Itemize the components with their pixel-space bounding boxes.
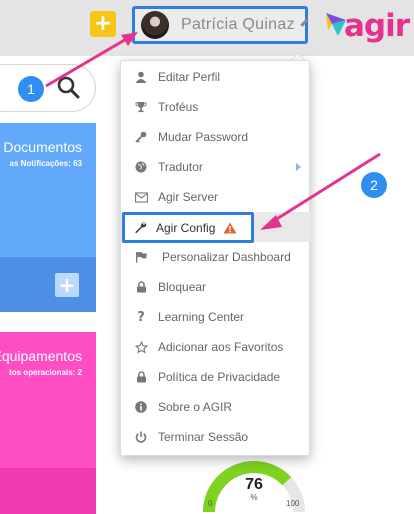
add-document-button[interactable]: + [55, 273, 79, 297]
menu-item-label: Personalizar Dashboard [162, 250, 291, 264]
gauge-max: 100 [286, 499, 300, 508]
question-icon: ? [137, 309, 145, 325]
menu-item-privacy-policy[interactable]: Política de Privacidade [121, 362, 311, 392]
envelope-icon [134, 190, 148, 204]
menu-item-logout[interactable]: Terminar Sessão [121, 422, 311, 452]
lock-icon [134, 280, 148, 294]
power-icon [134, 430, 148, 444]
menu-item-label: Terminar Sessão [158, 430, 249, 444]
menu-item-label: Política de Privacidade [158, 370, 281, 384]
logo-text: agir [344, 8, 410, 44]
star-icon [134, 340, 148, 354]
menu-item-label: Bloquear [158, 280, 207, 294]
search-input[interactable] [0, 64, 96, 112]
card-title: Documentos [3, 139, 82, 155]
menu-item-label: Editar Perfil [158, 70, 221, 84]
info-icon [134, 400, 148, 414]
menu-item-label: Adicionar aos Favoritos [158, 340, 284, 354]
menu-item-about[interactable]: Sobre o AGIR [121, 392, 311, 422]
user-dropdown-menu: Editar Perfil Troféus Mudar Password Tra… [120, 60, 311, 456]
menu-item-learning-center[interactable]: ? Learning Center [121, 302, 311, 332]
gauge-min: 0 [208, 499, 213, 508]
menu-item-translator[interactable]: Tradutor [121, 152, 311, 182]
chevron-down-icon [300, 17, 309, 27]
globe-icon [134, 160, 148, 174]
menu-item-agir-server[interactable]: Agir Server [121, 182, 311, 212]
menu-item-label: Learning Center [158, 310, 245, 324]
submenu-arrow-icon [296, 163, 301, 171]
menu-item-trophies[interactable]: Troféus [121, 92, 311, 122]
user-icon [134, 70, 148, 84]
menu-item-customize-dashboard[interactable]: Personalizar Dashboard [121, 242, 311, 272]
callout-badge-2: 2 [361, 172, 387, 198]
wrench-icon [133, 221, 147, 235]
warning-icon [223, 222, 237, 233]
flag-icon [134, 250, 148, 264]
menu-item-label: Agir Server [158, 190, 219, 204]
menu-item-label: Mudar Password [158, 130, 249, 144]
menu-item-edit-profile[interactable]: Editar Perfil [121, 62, 311, 92]
menu-item-agir-config[interactable]: Agir Config [122, 212, 254, 243]
user-menu-button[interactable]: Patrícia Quinaz [132, 6, 309, 44]
card-footer [0, 257, 96, 312]
quick-add-button[interactable]: + [90, 11, 116, 37]
menu-item-label: Agir Config [156, 220, 216, 235]
card-subtitle: tos operacionais: 2 [9, 368, 82, 377]
menu-item-add-favorites[interactable]: Adicionar aos Favoritos [121, 332, 311, 362]
callout-badge-1: 1 [18, 76, 44, 102]
card-subtitle: as Notificações: 63 [9, 159, 82, 168]
card-footer [0, 468, 96, 514]
gauge-value: 76 [245, 476, 263, 493]
menu-item-label: Sobre o AGIR [158, 400, 233, 414]
lock-icon [134, 370, 148, 384]
equipment-card[interactable]: Equipamentos tos operacionais: 2 [0, 332, 96, 514]
gauge-unit: % [250, 493, 258, 502]
menu-item-lock[interactable]: Bloquear [121, 272, 311, 302]
menu-item-label: Tradutor [158, 160, 203, 174]
documents-card[interactable]: Documentos as Notificações: 63 + [0, 123, 96, 312]
trophy-icon [134, 100, 148, 114]
menu-item-change-password[interactable]: Mudar Password [121, 122, 311, 152]
key-icon [134, 130, 148, 144]
search-icon[interactable] [56, 75, 80, 99]
agir-logo[interactable]: agir [322, 6, 414, 46]
user-name: Patrícia Quinaz [181, 16, 295, 33]
menu-item-label: Troféus [158, 100, 199, 114]
card-title: Equipamentos [0, 348, 82, 364]
avatar [141, 11, 169, 39]
